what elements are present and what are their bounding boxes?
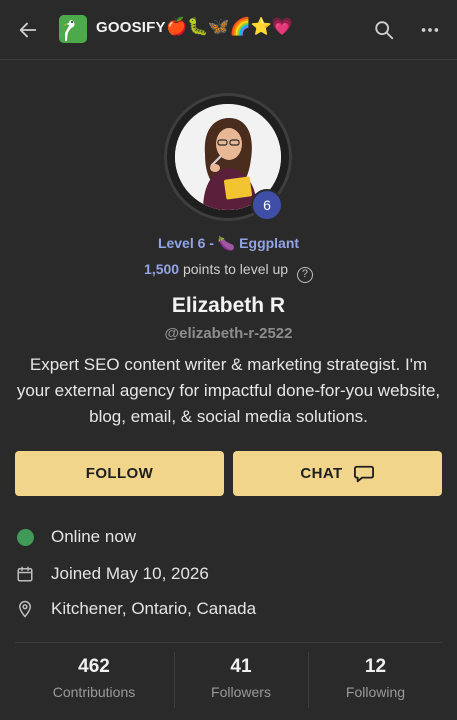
stat-following[interactable]: 12 Following xyxy=(309,652,442,708)
brand-name: GOOSIFY xyxy=(96,19,166,36)
profile-bio: Expert SEO content writer & marketing st… xyxy=(16,355,441,426)
goose-logo-icon xyxy=(59,15,87,43)
profile-name: Elizabeth R xyxy=(171,294,286,317)
stat-value: 12 xyxy=(364,656,387,677)
location-text: Kitchener, Ontario, Canada xyxy=(51,599,257,618)
divider xyxy=(15,642,442,643)
calendar-icon xyxy=(17,566,33,582)
stat-label: Following xyxy=(345,684,406,700)
arrow-left-icon xyxy=(19,22,37,38)
level-label: Level 6 - 🍆 Eggplant xyxy=(157,235,300,251)
stat-value: 462 xyxy=(78,656,110,677)
follow-button-label: FOLLOW xyxy=(85,465,154,482)
stat-value: 41 xyxy=(230,656,252,677)
chat-button-label: CHAT xyxy=(300,465,343,482)
stat-label: Contributions xyxy=(52,684,136,700)
online-status-row: Online now xyxy=(16,526,136,548)
more-horizontal-icon xyxy=(421,28,439,32)
online-status-text: Online now xyxy=(51,527,137,546)
stat-label: Followers xyxy=(211,684,271,700)
goosify-logo[interactable] xyxy=(59,15,87,43)
chat-bubble-icon xyxy=(353,465,374,482)
top-app-bar: GOOSIFY 🍎🐛🦋🌈⭐💗 xyxy=(0,0,457,60)
follow-button[interactable]: FOLLOW xyxy=(15,451,224,496)
online-status-dot xyxy=(16,528,34,546)
search-button[interactable] xyxy=(370,16,398,44)
stat-followers[interactable]: 41 Followers xyxy=(175,652,307,708)
help-circle-icon[interactable]: ? xyxy=(296,267,313,283)
brand-emojis: 🍎🐛🦋🌈⭐💗 xyxy=(166,17,294,36)
search-icon xyxy=(375,21,394,40)
back-button[interactable] xyxy=(14,16,42,44)
location-pin-icon xyxy=(18,600,32,618)
chat-button[interactable]: CHAT xyxy=(233,451,442,496)
joined-row: Joined May 10, 2026 xyxy=(16,563,209,585)
joined-date: Joined May 10, 2026 xyxy=(51,564,209,583)
points-to-level: 1,500 points to level up ? xyxy=(0,261,457,283)
points-value: 1,500 xyxy=(144,261,180,277)
more-options-button[interactable] xyxy=(416,16,444,44)
location-row: Kitchener, Ontario, Canada xyxy=(16,598,256,620)
points-suffix: points to level up xyxy=(182,261,289,277)
level-badge: 6 xyxy=(251,189,283,221)
profile-handle: @elizabeth-r-2522 xyxy=(164,325,293,342)
stat-contributions[interactable]: 462 Contributions xyxy=(15,652,173,708)
